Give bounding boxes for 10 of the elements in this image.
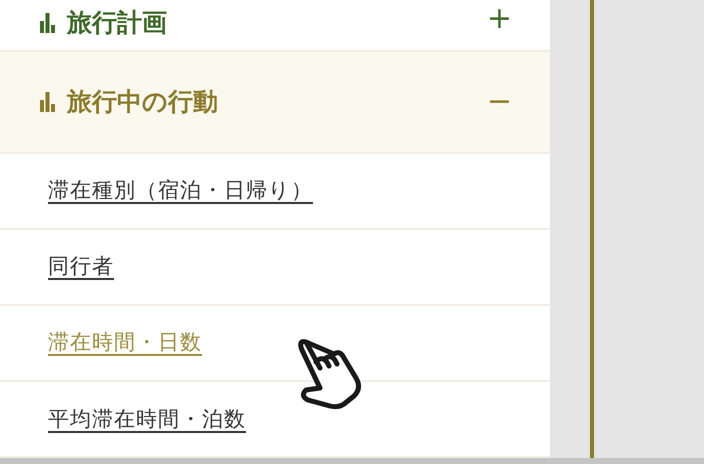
toggle-button[interactable]: + — [486, 4, 512, 34]
menu-link[interactable]: 滞在種別（宿泊・日帰り） — [48, 175, 313, 207]
bar-chart-icon — [40, 12, 55, 33]
menu-link[interactable]: 滞在時間・日数 — [48, 327, 202, 359]
menu-link[interactable]: 同行者 — [48, 251, 114, 283]
bar-chart-icon — [40, 92, 55, 112]
section-title[interactable]: 旅行計画 — [67, 4, 167, 42]
toggle-button[interactable]: − — [486, 87, 512, 117]
menu-link[interactable]: 平均滞在時間・泊数 — [48, 404, 246, 436]
section-title[interactable]: 旅行中の行動 — [67, 83, 218, 121]
